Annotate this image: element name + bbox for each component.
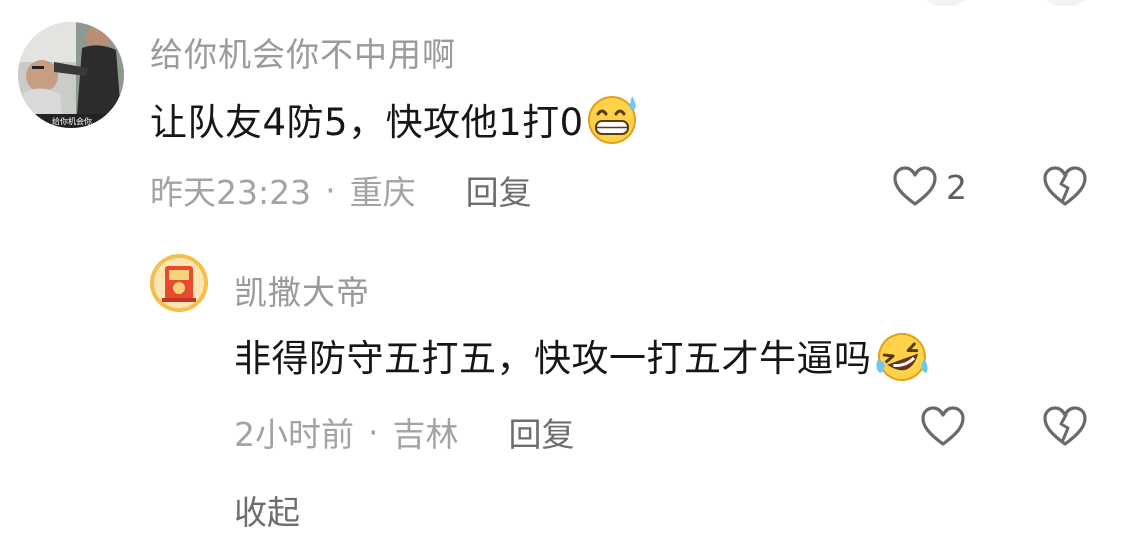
comment-text: 非得防守五打五，快攻一打五才牛逼吗	[234, 337, 872, 380]
avatar-photo	[150, 254, 208, 312]
comment-username[interactable]: 给你机会你不中用啊	[150, 28, 456, 76]
broken-heart-icon	[1043, 166, 1087, 206]
meta-separator: ·	[368, 412, 379, 452]
comment-time: 2小时前	[234, 415, 354, 454]
comment-meta: 2小时前 · 吉林 回复	[234, 408, 575, 456]
like-count: 2	[946, 167, 967, 207]
broken-heart-icon	[1043, 406, 1087, 446]
meta-separator: ·	[325, 170, 336, 210]
comment-meta: 昨天23:23 · 重庆 回复	[150, 166, 532, 214]
avatar-caption: 给你机会你	[52, 117, 92, 126]
comment-location: 吉林	[392, 415, 459, 454]
reply-button[interactable]: 回复	[509, 408, 575, 456]
rolling-laughing-emoji	[875, 333, 928, 381]
comment-content: 非得防守五打五，快攻一打五才牛逼吗	[234, 330, 932, 381]
grinning-sweat-emoji	[587, 96, 636, 144]
comment-content: 让队友4防5，快攻他1打0	[150, 94, 642, 144]
top-action-pill[interactable]	[920, 0, 972, 6]
avatar[interactable]: 给你机会你	[18, 22, 124, 128]
dislike-button[interactable]	[1042, 406, 1088, 452]
heart-icon	[893, 166, 937, 206]
dislike-button[interactable]	[1042, 166, 1088, 212]
top-action-pill[interactable]	[1040, 0, 1092, 6]
comment-time: 昨天23:23	[150, 173, 312, 212]
like-button[interactable]	[920, 406, 974, 448]
heart-icon	[921, 406, 965, 446]
like-button[interactable]: 2	[892, 166, 967, 208]
reply-button[interactable]: 回复	[466, 166, 532, 214]
avatar[interactable]	[150, 254, 208, 312]
collapse-button[interactable]: 收起	[234, 486, 300, 534]
avatar-photo	[18, 22, 124, 128]
comment-location: 重庆	[349, 173, 416, 212]
comment-text: 让队友4防5，快攻他1打0	[150, 101, 584, 144]
comment-username[interactable]: 凯撒大帝	[234, 266, 370, 314]
